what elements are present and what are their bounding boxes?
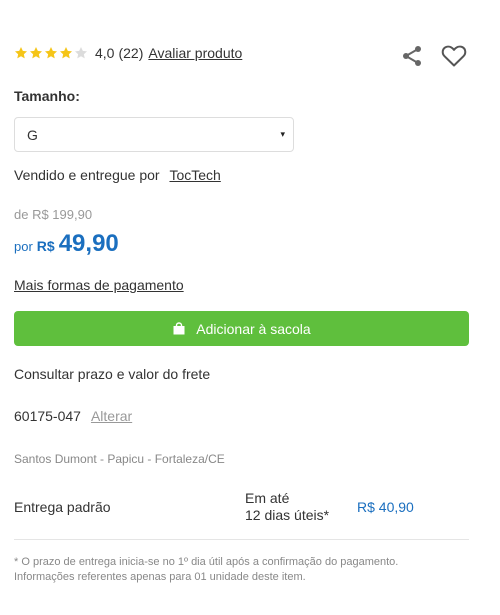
shipping-title: Consultar prazo e valor do frete [14,366,211,382]
delivery-option-price: R$ 40,90 [357,499,414,515]
add-to-bag-label: Adicionar à sacola [196,320,311,337]
add-to-bag-button[interactable]: Adicionar à sacola [14,311,469,346]
seller-prefix: Vendido e entregue por [14,167,160,183]
seller-info: Vendido e entregue por TocTech [14,167,221,183]
divider [14,539,469,540]
price-prefix: por [14,239,33,254]
rating-score: 4,0 [95,45,115,61]
price-currency: R$ [36,238,55,254]
payment-options-link[interactable]: Mais formas de pagamento [14,277,184,293]
delivery-option-name: Entrega padrão [14,499,111,515]
old-price: de R$ 199,90 [14,207,93,222]
bag-icon [173,321,185,334]
share-icon[interactable] [400,44,424,68]
star-filled-icon [29,47,43,59]
price-value: 49,90 [58,230,119,257]
seller-link[interactable]: TocTech [169,167,220,183]
star-filled-icon [59,47,73,59]
cep-value: 60175-047 [14,408,81,424]
delivery-option-time: Em até 12 dias úteis* [245,490,329,524]
rating-stars [14,46,89,60]
size-label: Tamanho: [14,88,80,104]
star-filled-icon [14,47,28,59]
current-price: por R$ 49,90 [14,230,119,258]
star-empty-icon [74,47,88,59]
footnote-line2: Informações referentes apenas para 01 un… [14,571,306,583]
shipping-footnote: * O prazo de entrega inicia-se no 1º dia… [14,555,484,585]
size-select[interactable]: G ▾ [14,117,294,152]
star-filled-icon [44,47,58,59]
cep-row: 60175-047 Alterar [14,408,132,424]
rating-row: 4,0 (22) Avaliar produto [14,45,242,61]
rating-count: (22) [118,45,144,61]
size-selected-value: G [27,126,38,143]
footnote-line1: * O prazo de entrega inicia-se no 1º dia… [14,556,399,568]
delivery-time-line1: Em até [245,490,290,506]
delivery-time-line2: 12 dias úteis* [245,507,330,523]
heart-icon[interactable] [441,44,467,68]
chevron-down-icon: ▾ [280,129,285,139]
review-product-link[interactable]: Avaliar produto [148,45,242,61]
change-cep-link[interactable]: Alterar [91,408,132,424]
shipping-address: Santos Dumont - Papicu - Fortaleza/CE [14,452,225,466]
